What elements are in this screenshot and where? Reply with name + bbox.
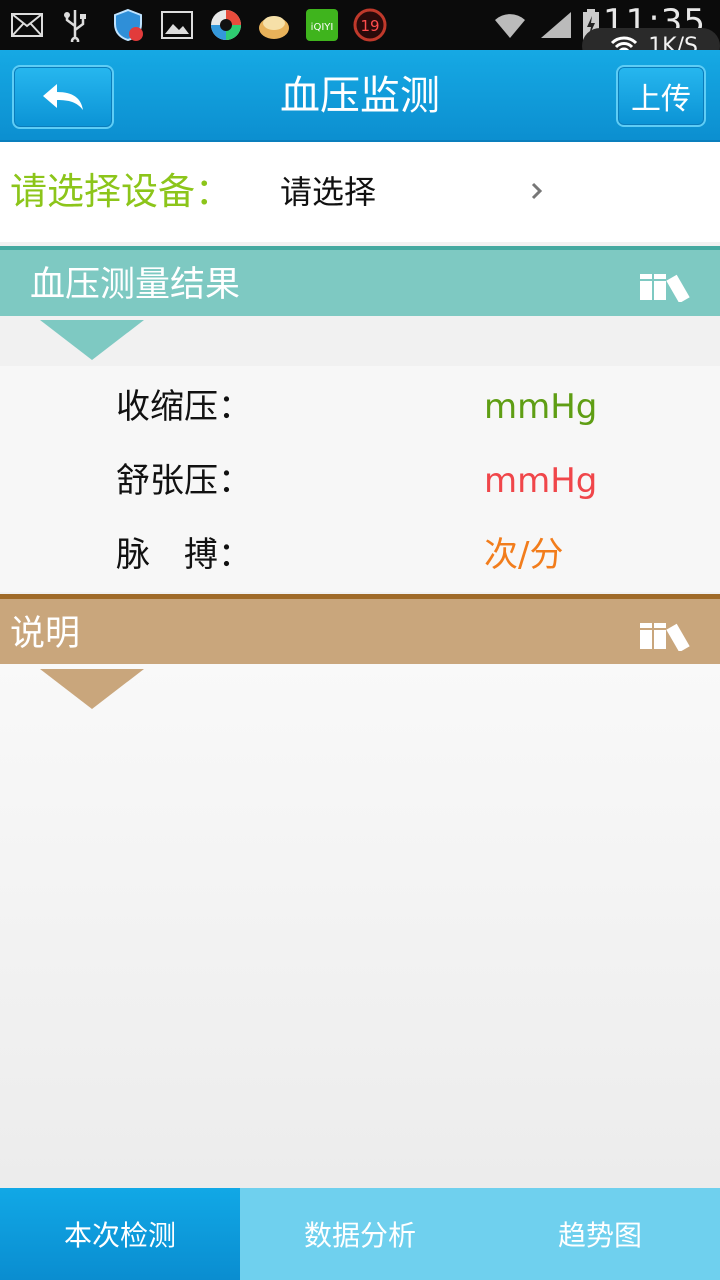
tab-trend-chart[interactable]: 趋势图 bbox=[480, 1188, 720, 1280]
svg-text:iQIYI: iQIYI bbox=[311, 22, 334, 33]
result-panel: 收缩压： mmHg 舒张压： mmHg 脉 搏： 次/分 bbox=[0, 366, 720, 592]
usb-icon bbox=[60, 8, 90, 42]
systolic-unit: mmHg bbox=[484, 387, 598, 427]
section-pointer bbox=[40, 320, 144, 360]
app-icon bbox=[208, 8, 244, 42]
result-section-header: 血压测量结果 bbox=[0, 246, 720, 360]
chevron-right-icon[interactable] bbox=[524, 178, 550, 204]
svg-text:19: 19 bbox=[360, 17, 379, 35]
app-header: 血压监测 上传 bbox=[0, 50, 720, 142]
wifi-signal-icon bbox=[492, 8, 528, 42]
diastolic-unit: mmHg bbox=[484, 461, 598, 501]
back-button[interactable] bbox=[12, 65, 114, 129]
tab-current-test[interactable]: 本次检测 bbox=[0, 1188, 240, 1280]
systolic-row: 收缩压： mmHg bbox=[0, 370, 720, 444]
food-icon bbox=[256, 8, 292, 42]
back-arrow-icon bbox=[43, 84, 83, 110]
upload-button[interactable]: 上传 bbox=[616, 65, 706, 127]
pulse-row: 脉 搏： 次/分 bbox=[0, 518, 720, 592]
status-bar: iQIYI 19 11:35 1K/S bbox=[0, 0, 720, 64]
bottom-tab-bar: 本次检测 数据分析 趋势图 bbox=[0, 1188, 720, 1280]
gallery-icon bbox=[160, 8, 194, 42]
book-icon bbox=[640, 623, 690, 651]
pulse-label: 脉 搏： bbox=[116, 535, 252, 575]
shield-icon bbox=[110, 8, 146, 42]
diastolic-row: 舒张压： mmHg bbox=[0, 444, 720, 518]
section-pointer bbox=[40, 669, 144, 709]
device-select-label: 请选择设备： bbox=[10, 170, 232, 213]
result-section-title: 血压测量结果 bbox=[30, 265, 241, 305]
note-section-title: 说明 bbox=[10, 614, 81, 654]
tab-data-analysis[interactable]: 数据分析 bbox=[240, 1188, 480, 1280]
mail-icon bbox=[10, 8, 44, 42]
book-icon bbox=[640, 274, 690, 302]
note-section-header: 说明 bbox=[0, 594, 720, 709]
calendar-19-icon: 19 bbox=[352, 8, 388, 42]
cell-signal-icon bbox=[538, 8, 574, 42]
note-body bbox=[0, 664, 720, 1188]
iqiyi-icon: iQIYI bbox=[304, 8, 340, 42]
device-select-value[interactable]: 请选择 bbox=[280, 142, 376, 242]
pulse-unit: 次/分 bbox=[484, 535, 564, 575]
systolic-label: 收缩压： bbox=[116, 387, 252, 427]
diastolic-label: 舒张压： bbox=[116, 461, 252, 501]
device-select-row[interactable]: 请选择设备： 请选择 bbox=[0, 142, 720, 242]
